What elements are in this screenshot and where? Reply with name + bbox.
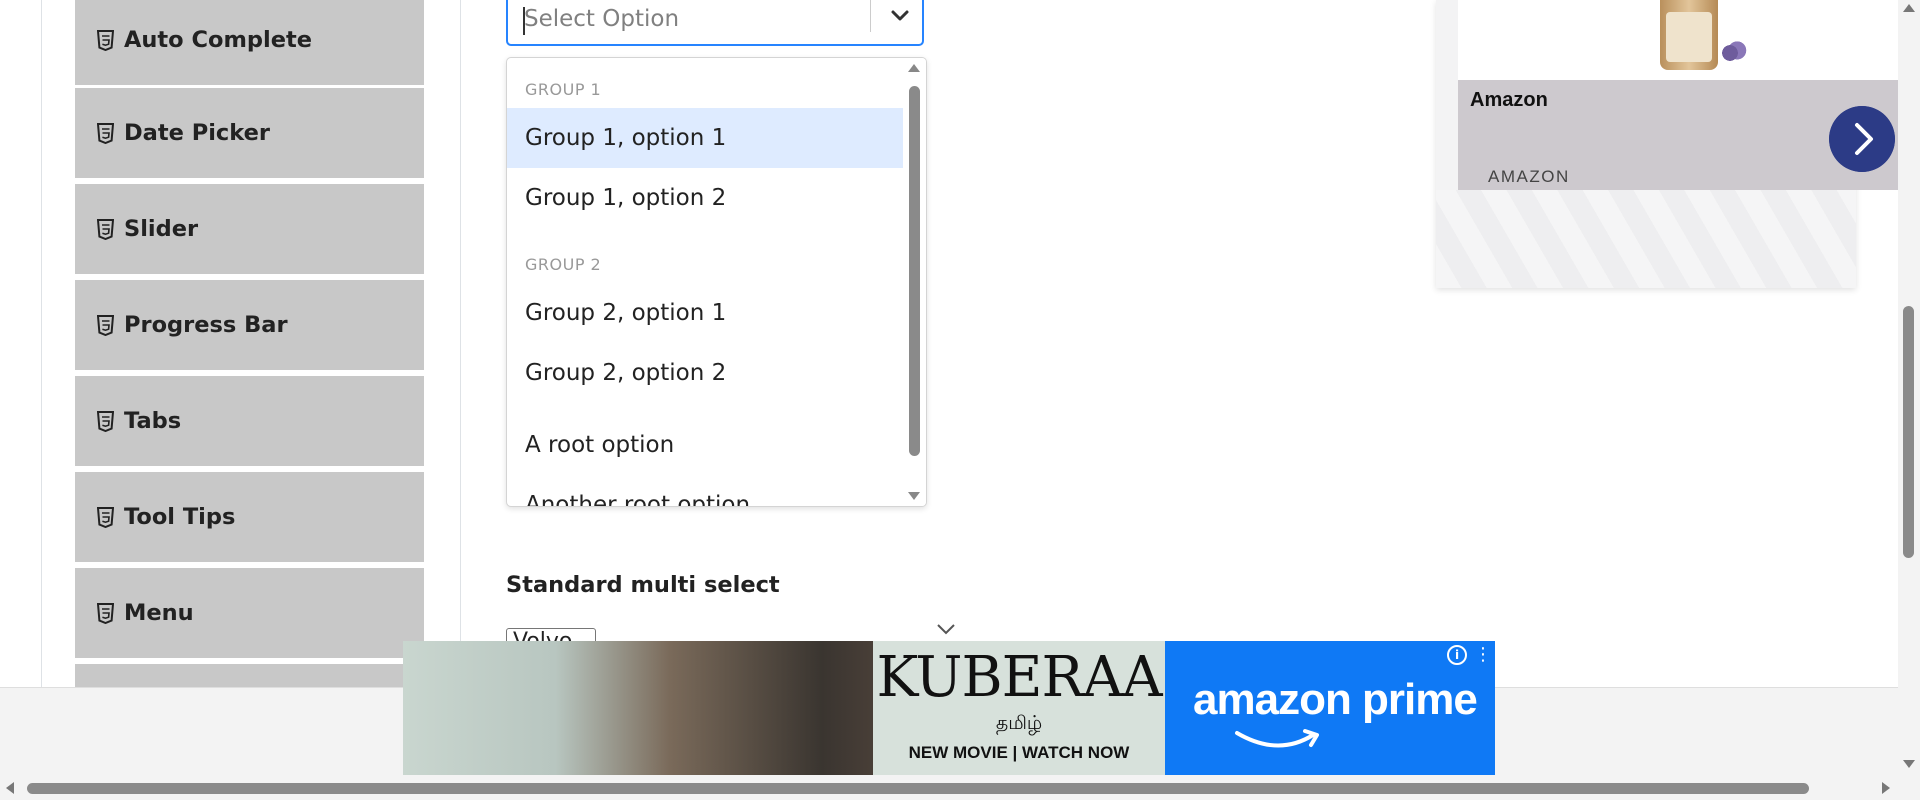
sidebar-item-label: Date Picker: [124, 120, 270, 146]
html5-icon: [97, 602, 114, 624]
option-group2-1[interactable]: Group 2, option 1: [507, 283, 903, 343]
ad-brand: AMAZON: [1488, 167, 1570, 186]
ad-info-icon[interactable]: i: [1447, 645, 1467, 665]
ad-pattern: [1436, 190, 1856, 288]
sidebar-item-auto-complete[interactable]: Auto Complete: [75, 0, 424, 88]
group-heading: GROUP 1: [525, 80, 602, 99]
ad-title[interactable]: Amazon: [1470, 89, 1548, 112]
movie-tagline: NEW MOVIE | WATCH NOW: [908, 743, 1130, 762]
option-group1-1[interactable]: Group 1, option 1: [507, 108, 903, 168]
text-cursor: [523, 7, 525, 35]
sidebar: Auto Complete Date Picker Slider Progres…: [75, 0, 424, 687]
content-border: [460, 0, 461, 687]
option-root-2[interactable]: Another root option: [507, 475, 903, 506]
group-heading: GROUP 2: [525, 255, 602, 274]
sidebar-border: [41, 0, 42, 687]
chevron-right-icon[interactable]: [1829, 106, 1895, 172]
scroll-up-arrow-icon[interactable]: [1903, 4, 1915, 12]
bottom-ad-banner[interactable]: KUBERAA தமிழ் NEW MOVIE | WATCH NOW amaz…: [403, 641, 1495, 776]
horizontal-scroll-thumb[interactable]: [27, 783, 1809, 794]
scroll-left-arrow-icon[interactable]: [6, 782, 14, 794]
scroll-right-arrow-icon[interactable]: [1882, 782, 1890, 794]
amazon-smile-icon: [1235, 729, 1319, 748]
sidebar-item-label: Auto Complete: [124, 27, 312, 53]
option-group1-2[interactable]: Group 1, option 2: [507, 168, 903, 228]
option-root-1[interactable]: A root option: [507, 415, 903, 475]
sidebar-item-label: Progress Bar: [124, 312, 288, 338]
select-option-input[interactable]: Select Option: [506, 0, 924, 46]
chevron-down-icon[interactable]: [936, 622, 956, 636]
movie-language: தமிழ்: [995, 712, 1043, 734]
html5-icon: [97, 314, 114, 336]
option-group2-2[interactable]: Group 2, option 2: [507, 343, 903, 403]
select-separator: [870, 0, 871, 32]
sidebar-item-label: Tool Tips: [124, 504, 236, 530]
html5-icon: [97, 410, 114, 432]
prime-logo-text: amazon prime: [1193, 675, 1478, 724]
html5-icon: [97, 29, 114, 51]
vertical-scroll-thumb[interactable]: [1903, 306, 1914, 558]
html5-icon: [97, 218, 114, 240]
sidebar-item-label: Menu: [124, 600, 194, 626]
more-options-icon[interactable]: ⋮: [1473, 645, 1493, 667]
movie-title: KUBERAA: [876, 645, 1162, 710]
html5-icon: [97, 506, 114, 528]
section-heading: Standard multi select: [506, 572, 780, 598]
sidebar-item-label: Tabs: [124, 408, 182, 434]
product-label: [1666, 12, 1712, 62]
scroll-down-arrow-icon[interactable]: [908, 492, 920, 500]
sidebar-item-menu[interactable]: Menu: [75, 568, 424, 661]
sidebar-item-tabs[interactable]: Tabs: [75, 376, 424, 469]
scroll-up-arrow-icon[interactable]: [908, 64, 920, 72]
sidebar-item-label: Slider: [124, 216, 199, 242]
lavender-image: [1712, 40, 1748, 66]
sidebar-item-progress-bar[interactable]: Progress Bar: [75, 280, 424, 373]
scroll-down-arrow-icon[interactable]: [1903, 760, 1915, 768]
chevron-down-icon[interactable]: [886, 2, 914, 30]
sidebar-item-slider[interactable]: Slider: [75, 184, 424, 277]
html5-icon: [97, 122, 114, 144]
sidebar-item-next[interactable]: [75, 664, 424, 687]
sidebar-item-tool-tips[interactable]: Tool Tips: [75, 472, 424, 565]
select-menu: GROUP 1 Group 1, option 1 Group 1, optio…: [506, 57, 927, 507]
sidebar-item-date-picker[interactable]: Date Picker: [75, 88, 424, 181]
select-placeholder: Select Option: [524, 6, 680, 32]
menu-scroll-thumb[interactable]: [909, 86, 920, 456]
